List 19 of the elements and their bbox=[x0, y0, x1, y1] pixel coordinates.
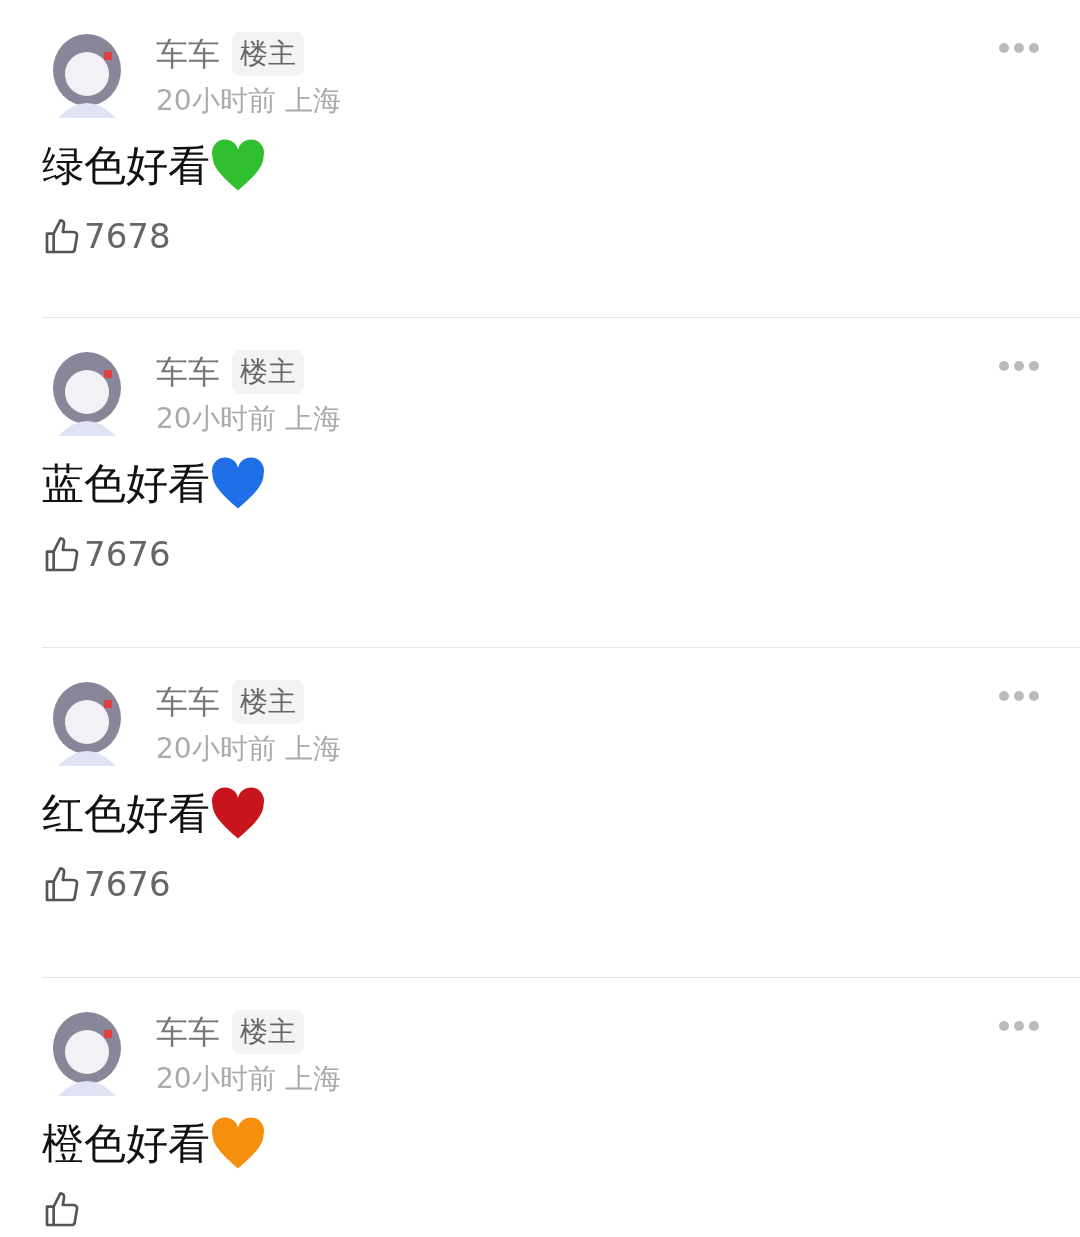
author-name[interactable]: 车车 bbox=[156, 1008, 220, 1056]
like-count: 7676 bbox=[84, 863, 171, 906]
comment-meta: 20小时前 上海 bbox=[156, 731, 341, 767]
like-count: 7678 bbox=[84, 215, 171, 258]
author-name[interactable]: 车车 bbox=[156, 30, 220, 78]
comment-meta: 20小时前 上海 bbox=[156, 401, 341, 437]
author-tag: 楼主 bbox=[232, 350, 304, 394]
comment-meta: 20小时前 上海 bbox=[156, 1061, 341, 1097]
comment-meta: 20小时前 上海 bbox=[156, 83, 341, 119]
like-count: 7676 bbox=[84, 533, 171, 576]
author-name[interactable]: 车车 bbox=[156, 348, 220, 396]
comment-text: 红色好看 bbox=[42, 788, 210, 840]
author-name[interactable]: 车车 bbox=[156, 678, 220, 726]
comment-text: 橙色好看 bbox=[42, 1118, 210, 1170]
comment-text: 蓝色好看 bbox=[42, 458, 210, 510]
comment-text: 绿色好看 bbox=[42, 140, 210, 192]
author-tag: 楼主 bbox=[232, 32, 304, 76]
author-tag: 楼主 bbox=[232, 680, 304, 724]
author-tag: 楼主 bbox=[232, 1010, 304, 1054]
